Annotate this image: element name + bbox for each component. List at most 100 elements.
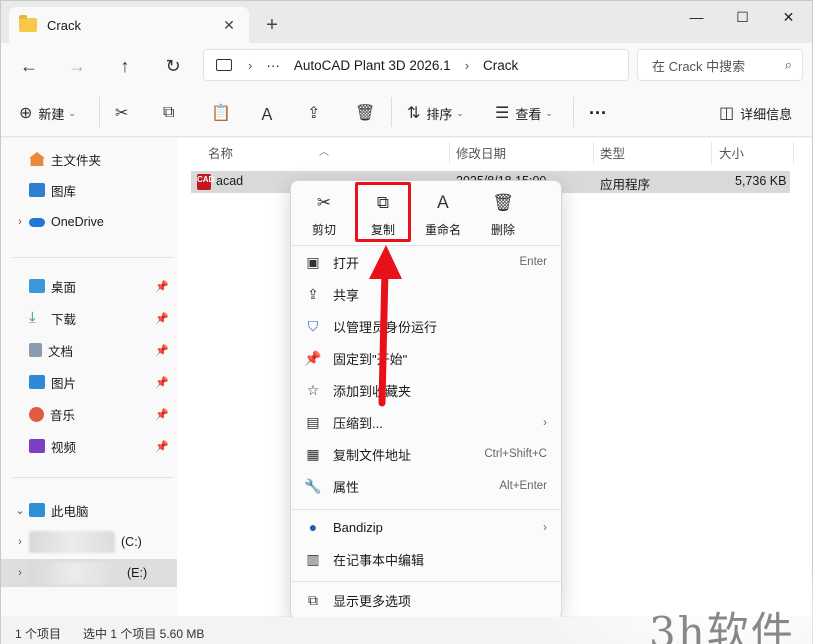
rename-menu-button[interactable]: Ａ 重命名 — [415, 191, 471, 243]
forward-arrow-icon[interactable]: → — [63, 53, 91, 81]
more-options-button[interactable]: ··· — [589, 101, 607, 125]
cut-button[interactable]: ✂ — [115, 101, 134, 125]
sidebar-item-onedrive[interactable]: › OneDrive — [1, 208, 177, 236]
breadcrumb-autocad[interactable]: AutoCAD Plant 3D 2026.1 — [294, 58, 451, 73]
sidebar-item-this-pc[interactable]: ⌄ 此电脑 — [1, 496, 177, 524]
file-name: acad — [216, 174, 244, 188]
menu-item-share[interactable]: ⇪ 共享 — [291, 279, 561, 309]
delete-menu-button[interactable]: 🗑 删除 — [475, 191, 531, 243]
search-input[interactable]: 在 Crack 中搜索 ⌕ — [637, 49, 803, 81]
new-button[interactable]: ⊕ 新建 ⌄ — [19, 101, 76, 125]
minimize-button[interactable]: — — [674, 1, 719, 33]
refresh-icon[interactable]: ↻ — [159, 53, 187, 81]
address-bar[interactable]: › ··· AutoCAD Plant 3D 2026.1 › Crack — [203, 49, 629, 81]
computer-icon — [29, 503, 45, 517]
menu-item-open[interactable]: ▣ 打开 Enter — [291, 247, 561, 277]
chevron-right-icon[interactable]: › — [11, 216, 29, 228]
pictures-icon — [29, 375, 45, 389]
chevron-down-icon: ⌄ — [456, 107, 464, 118]
sort-button[interactable]: ⇅ 排序 ⌄ — [407, 101, 464, 125]
share-button[interactable]: ⇪ — [307, 101, 326, 125]
up-arrow-icon[interactable]: ↑ — [111, 53, 139, 81]
download-icon: ⤓ — [29, 309, 36, 326]
autocad-app-icon: CAD — [197, 174, 214, 190]
toolbar-divider — [99, 97, 100, 127]
chevron-right-icon[interactable]: › — [465, 58, 469, 73]
rename-label: 重命名 — [424, 223, 461, 237]
sort-up-icon: ︿ — [319, 147, 329, 158]
details-button[interactable]: ◫ 详细信息 — [719, 101, 792, 125]
trash-icon: 🗑 — [355, 105, 376, 122]
rename-button[interactable]: Ａ — [259, 101, 281, 125]
selection-info: 选中 1 个项目 5.60 MB — [83, 627, 205, 641]
column-type[interactable]: 类型 — [600, 143, 625, 162]
pin-icon[interactable]: 📌 — [155, 312, 169, 325]
menu-item-compress[interactable]: ▤ 压缩到... › — [291, 407, 561, 437]
sidebar-item-desktop[interactable]: 桌面 📌 — [1, 272, 177, 300]
sidebar-item-downloads[interactable]: ⤓ 下载 📌 — [1, 304, 177, 332]
maximize-button[interactable]: ☐ — [720, 1, 765, 33]
sidebar-item-documents[interactable]: 文档 📌 — [1, 336, 177, 364]
column-modified[interactable]: 修改日期 — [456, 143, 506, 162]
drive-label-blurred — [29, 531, 115, 553]
cut-menu-button[interactable]: ✂ 剪切 — [296, 191, 352, 243]
tab-close-icon[interactable]: ✕ — [219, 17, 239, 34]
copy-menu-button[interactable]: ⧉ 复制 — [355, 182, 411, 242]
copy-label: 复制 — [370, 223, 395, 237]
sidebar-item-label: 主文件夹 — [51, 153, 102, 168]
menu-item-properties[interactable]: 🔧 属性 Alt+Enter — [291, 471, 561, 501]
breadcrumb-more[interactable]: ··· — [266, 58, 280, 73]
menu-item-label: 固定到"开始" — [333, 351, 408, 367]
menu-item-copy-path[interactable]: ▦ 复制文件地址 Ctrl+Shift+C — [291, 439, 561, 469]
clipboard-icon: 📋 — [211, 105, 231, 122]
rename-icon: Ａ — [259, 107, 276, 124]
computer-icon — [216, 59, 232, 71]
pin-icon[interactable]: 📌 — [155, 376, 169, 389]
view-button[interactable]: ☰ 查看 ⌄ — [495, 101, 553, 125]
sidebar-item-drive-c[interactable]: › (C:) — [1, 528, 177, 556]
chevron-down-icon[interactable]: ⌄ — [11, 504, 29, 517]
tab-title: Crack — [47, 17, 81, 33]
menu-item-pin-start[interactable]: 📌 固定到"开始" — [291, 343, 561, 373]
sidebar-item-pictures[interactable]: 图片 📌 — [1, 368, 177, 396]
details-label: 详细信息 — [740, 106, 793, 122]
sidebar-item-videos[interactable]: 视频 📌 — [1, 432, 177, 460]
sidebar-item-home[interactable]: 主文件夹 — [1, 145, 177, 173]
sidebar-item-label: 此电脑 — [51, 504, 89, 519]
sidebar-item-gallery[interactable]: 图库 — [1, 176, 177, 204]
sidebar-item-drive-e[interactable]: › (E:) — [1, 559, 177, 587]
column-size[interactable]: 大小 — [719, 143, 744, 162]
scissors-icon: ✂ — [115, 105, 129, 122]
pin-icon[interactable]: 📌 — [155, 440, 169, 453]
menu-item-bandizip[interactable]: ● Bandizip › — [291, 512, 561, 542]
shield-icon: ⛉ — [307, 317, 319, 334]
address-row: ← → ↑ ↻ › ··· AutoCAD Plant 3D 2026.1 › … — [1, 43, 812, 89]
menu-item-add-favorites[interactable]: ☆ 添加到收藏夹 — [291, 375, 561, 405]
new-tab-button[interactable]: + — [259, 13, 285, 39]
new-label: 新建 — [38, 106, 65, 122]
tab-crack[interactable]: Crack ✕ — [9, 7, 249, 43]
chevron-right-icon[interactable]: › — [11, 567, 29, 579]
file-type: 应用程序 — [600, 178, 651, 192]
toolbar-divider — [573, 97, 574, 127]
pin-icon[interactable]: 📌 — [155, 408, 169, 421]
breadcrumb-crack[interactable]: Crack — [483, 58, 518, 73]
open-icon: ▣ — [306, 253, 320, 270]
chevron-down-icon: ⌄ — [68, 107, 76, 118]
copy-button[interactable]: ⧉ — [163, 101, 180, 125]
shortcut-text: Enter — [519, 256, 548, 268]
menu-item-run-as-admin[interactable]: ⛉ 以管理员身份运行 — [291, 311, 561, 341]
pin-icon[interactable]: 📌 — [155, 344, 169, 357]
menu-item-label: 添加到收藏夹 — [333, 383, 412, 399]
back-arrow-icon[interactable]: ← — [15, 53, 43, 81]
pin-icon[interactable]: 📌 — [155, 280, 169, 293]
sidebar-item-music[interactable]: 音乐 📌 — [1, 400, 177, 428]
paste-button[interactable]: 📋 — [211, 101, 237, 125]
close-button[interactable]: ✕ — [766, 1, 811, 33]
item-count: 1 个项目 — [15, 627, 62, 641]
context-menu: ✂ 剪切 ⧉ 复制 Ａ 重命名 🗑 删除 ▣ 打开 Enter ⇪ 共享 ⛉ 以… — [290, 180, 562, 620]
chevron-right-icon[interactable]: › — [11, 536, 29, 548]
toolbar-divider — [391, 97, 392, 127]
delete-button[interactable]: 🗑 — [355, 101, 381, 125]
column-name[interactable]: 名称 — [208, 143, 233, 162]
